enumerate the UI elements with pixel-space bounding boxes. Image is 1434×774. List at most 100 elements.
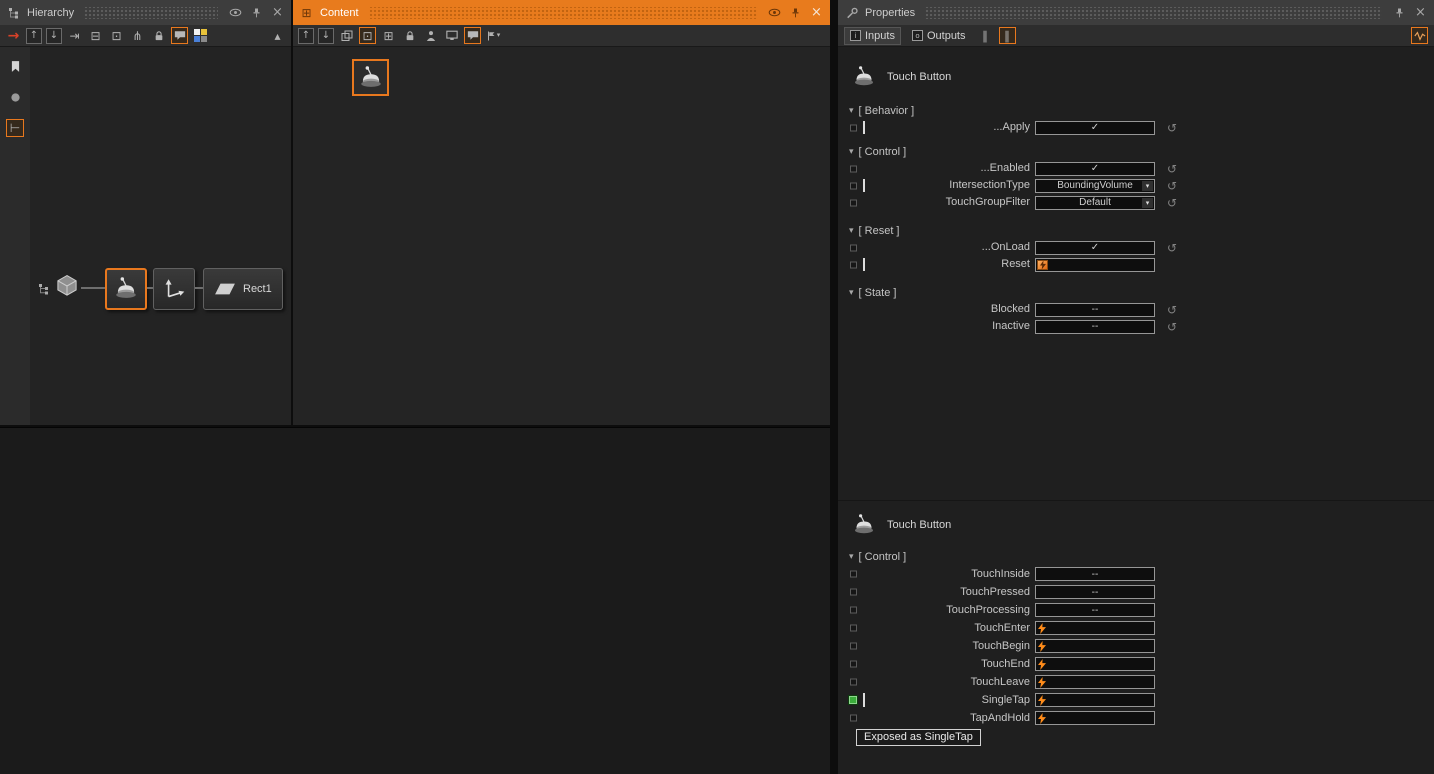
- chevron-down-icon[interactable]: ▾: [849, 226, 854, 236]
- content-panel-icon: ⊞: [299, 5, 314, 20]
- touch-enter-event-field[interactable]: [1035, 621, 1155, 635]
- grid-icon[interactable]: ⊞: [380, 27, 397, 44]
- viewport-canvas[interactable]: [0, 427, 830, 774]
- row-touch-enter: TouchEnter: [838, 619, 1434, 637]
- reset-trigger-field[interactable]: [1035, 258, 1155, 272]
- hierarchy-titlebar[interactable]: Hierarchy ×: [0, 0, 291, 25]
- tab-inputs[interactable]: i Inputs: [844, 27, 901, 45]
- touch-button-icon: [358, 65, 384, 91]
- touch-button-node[interactable]: [105, 268, 147, 310]
- pin-icon[interactable]: [1392, 5, 1407, 20]
- chevron-down-icon[interactable]: ▾: [849, 552, 854, 562]
- property-label: Inactive: [838, 318, 1030, 335]
- touch-begin-event-field[interactable]: [1035, 639, 1155, 653]
- row-touch-leave: TouchLeave: [838, 673, 1434, 691]
- lightning-icon: [1038, 641, 1046, 652]
- row-reset: Reset: [838, 256, 1434, 273]
- property-label: TouchBegin: [838, 637, 1030, 655]
- close-icon[interactable]: ×: [809, 5, 824, 20]
- frame-view-icon[interactable]: ⊡: [108, 27, 125, 44]
- eye-icon[interactable]: [228, 5, 243, 20]
- bookmark-icon[interactable]: [6, 57, 24, 75]
- section-label: [ Control ]: [859, 146, 907, 158]
- touch-processing-value-field[interactable]: --: [1035, 603, 1155, 617]
- scroll-up-icon[interactable]: ▴: [269, 27, 286, 44]
- import-icon[interactable]: ↓: [318, 28, 334, 44]
- reset-default-icon[interactable]: ↺: [1167, 180, 1177, 192]
- flag-icon[interactable]: ▾: [485, 27, 502, 44]
- split-view-icon[interactable]: ⊟: [87, 27, 104, 44]
- chevron-down-icon: ▾: [1142, 198, 1153, 208]
- jump-into-icon[interactable]: ⇥: [66, 27, 83, 44]
- axes-icon: [161, 276, 187, 302]
- tab-outputs-label: Outputs: [927, 30, 966, 42]
- lock-icon[interactable]: [150, 27, 167, 44]
- tap-and-hold-event-field[interactable]: [1035, 711, 1155, 725]
- tooltip: Exposed as SingleTap: [856, 729, 981, 746]
- selection-frame-icon[interactable]: ⊡: [359, 27, 376, 44]
- content-canvas[interactable]: [293, 47, 830, 425]
- lock-icon[interactable]: [401, 27, 418, 44]
- tree-branch-icon[interactable]: ⋔: [129, 27, 146, 44]
- tree-root-icon[interactable]: [38, 283, 50, 295]
- sync-columns-icon[interactable]: ∥: [999, 27, 1016, 44]
- rectangle-node[interactable]: Rect1: [203, 268, 283, 310]
- export-icon[interactable]: ↑: [26, 28, 42, 44]
- property-label: TapAndHold: [838, 709, 1030, 727]
- animation-editor-icon[interactable]: [1411, 27, 1428, 44]
- export-icon[interactable]: ↑: [298, 28, 314, 44]
- inactive-value-field[interactable]: --: [1035, 320, 1155, 334]
- pin-icon[interactable]: [249, 5, 264, 20]
- frame-marker-icon[interactable]: ⊢: [6, 119, 24, 137]
- intersection-type-dropdown[interactable]: BoundingVolume ▾: [1035, 179, 1155, 193]
- close-icon[interactable]: ×: [1413, 5, 1428, 20]
- reset-default-icon[interactable]: ↺: [1167, 242, 1177, 254]
- palette-icon[interactable]: [192, 27, 209, 44]
- node-label: Rect1: [243, 283, 278, 295]
- enabled-value-field[interactable]: ✓: [1035, 162, 1155, 176]
- touch-leave-event-field[interactable]: [1035, 675, 1155, 689]
- split-columns-icon[interactable]: ∥: [977, 27, 994, 44]
- touch-pressed-value-field[interactable]: --: [1035, 585, 1155, 599]
- touch-end-event-field[interactable]: [1035, 657, 1155, 671]
- chevron-down-icon[interactable]: ▾: [849, 106, 854, 116]
- touch-button-icon: [113, 276, 139, 302]
- presenter-icon[interactable]: [422, 27, 439, 44]
- cube-node-icon[interactable]: [54, 273, 80, 299]
- properties-titlebar[interactable]: Properties ×: [838, 0, 1434, 25]
- single-tap-event-field[interactable]: [1035, 693, 1155, 707]
- hierarchy-canvas[interactable]: Rect1: [30, 47, 291, 425]
- content-titlebar[interactable]: ⊞ Content ×: [293, 0, 830, 25]
- reset-default-icon[interactable]: ↺: [1167, 321, 1177, 333]
- reset-default-icon[interactable]: ↺: [1167, 197, 1177, 209]
- chevron-down-icon[interactable]: ▾: [849, 147, 854, 157]
- reset-trigger-icon[interactable]: [1037, 260, 1048, 270]
- close-icon[interactable]: ×: [270, 5, 285, 20]
- content-item-touch-button[interactable]: [352, 59, 389, 96]
- follow-selection-icon[interactable]: →: [5, 27, 22, 44]
- comment-icon[interactable]: [464, 27, 481, 44]
- touch-inside-value-field[interactable]: --: [1035, 567, 1155, 581]
- onload-value-field[interactable]: ✓: [1035, 241, 1155, 255]
- pin-icon[interactable]: [788, 5, 803, 20]
- property-label: TouchInside: [838, 565, 1030, 583]
- reset-default-icon[interactable]: ↺: [1167, 304, 1177, 316]
- overlap-squares-icon[interactable]: [338, 27, 355, 44]
- chevron-down-icon[interactable]: ▾: [849, 288, 854, 298]
- blocked-value-field[interactable]: --: [1035, 303, 1155, 317]
- eye-icon[interactable]: [767, 5, 782, 20]
- properties-title: Properties: [865, 7, 915, 19]
- reset-default-icon[interactable]: ↺: [1167, 122, 1177, 134]
- property-label: ...OnLoad: [838, 239, 1030, 256]
- comment-icon[interactable]: [171, 27, 188, 44]
- touch-group-filter-dropdown[interactable]: Default ▾: [1035, 196, 1155, 210]
- apply-value-field[interactable]: ✓: [1035, 121, 1155, 135]
- tab-outputs[interactable]: o Outputs: [906, 27, 972, 45]
- reset-default-icon[interactable]: ↺: [1167, 163, 1177, 175]
- monitor-icon[interactable]: [443, 27, 460, 44]
- layer-blob-icon[interactable]: [6, 88, 24, 106]
- properties-tabbar: i Inputs o Outputs ∥ ∥: [838, 25, 1434, 47]
- import-icon[interactable]: ↓: [46, 28, 62, 44]
- axes-node[interactable]: [153, 268, 195, 310]
- section-state: ▾ [ State ]: [838, 285, 1434, 301]
